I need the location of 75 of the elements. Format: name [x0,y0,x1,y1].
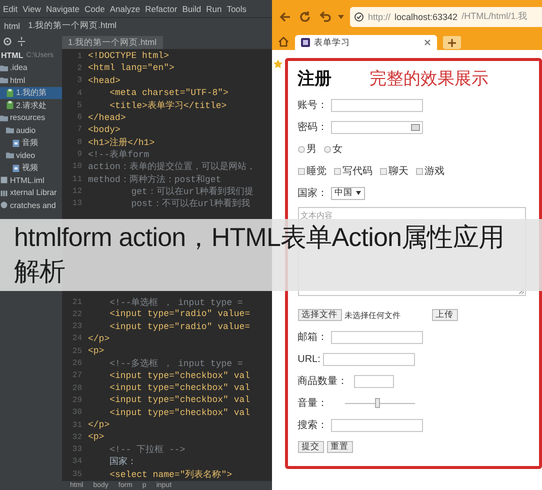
code-line: <title>表单学习</title> [108,100,227,112]
code-line: <body> [88,124,120,135]
line-number: 13 [71,199,82,208]
line-number: 35 [71,470,82,479]
line-number: 6 [76,113,82,122]
file-status: 未选择任何文件 [344,310,401,320]
code-line: <p> [88,346,104,356]
code-line: <html lang="en"> [88,63,174,74]
field-label: 搜索： [298,418,328,432]
code-line: <!--多选框 ， input type = [108,358,244,370]
code-line: post：不可以在url种看到我 [130,198,250,210]
option-label: 聊天 [388,165,409,178]
line-number: 30 [71,408,82,418]
code-line: <h1>注册</h1> [88,136,155,149]
code-line: <select name="列表名称"> [108,468,232,481]
option-label: 男 [306,143,317,156]
code-line: <meta charset="UTF-8"> [108,88,228,98]
line-number: 23 [71,322,82,332]
line-number: 29 [71,396,82,405]
line-number: 31 [71,420,82,430]
code-line: get：可以在url种看到我们提 [130,186,254,198]
line-number: 21 [71,298,82,307]
code-line: <input type="checkbox" val [108,383,250,394]
code-line: <input type="checkbox" val [108,370,250,381]
line-number: 10 [71,162,82,172]
option-label: 写代码 [342,165,373,178]
line-number: 28 [71,384,82,393]
field-label: 音量： [298,396,328,410]
option-label: 女 [332,143,343,156]
line-number: 33 [71,445,82,454]
line-number: 32 [71,432,82,442]
code-line: <!-- 下拉框 --> [108,444,186,456]
line-number: 1 [76,52,82,61]
project-name: HTML [1,50,24,60]
page-heading: 注册 [298,68,332,90]
line-number: 5 [76,100,82,110]
line-number: 11 [71,174,82,184]
option-label: 游戏 [424,164,445,178]
code-line: <!DOCTYPE html> [88,51,170,62]
line-number: 25 [71,346,82,356]
line-number: 9 [76,150,82,160]
code-line: <!--表单form [88,148,150,162]
line-number: 3 [76,76,82,86]
line-number: 4 [76,88,82,98]
code-line: <p> [88,432,104,442]
code-line: </head> [88,112,126,123]
line-number: 34 [71,457,82,466]
field-label: 商品数量： [298,374,348,388]
code-line: <input type="radio" value= [108,309,250,320]
line-number: 26 [71,359,82,368]
line-number: 8 [76,138,82,147]
line-number: 7 [76,125,82,134]
line-number: 12 [71,186,82,196]
code-line: </p> [88,334,110,344]
field-label: 邮箱： [298,330,328,344]
line-number: 2 [76,64,82,73]
line-number: 27 [71,371,82,380]
code-line: <head> [88,76,120,86]
line-number: 24 [71,334,82,344]
banner-title: htmlform action，HTML表单Action属性应用解析 [14,222,504,286]
line-number: 22 [71,310,82,319]
field-label: URL: [298,354,320,364]
code-line: <!--单选框 ， input type = [108,296,244,309]
code-line: action：表单的提交位置，可以是网站， [88,160,256,174]
code-line: <input type="checkbox" val [108,395,250,406]
code-line: <input type="checkbox" val [108,408,250,418]
code-line: </p> [88,420,110,430]
option-label: 睡觉 [306,164,327,178]
code-line: 国家： [108,456,137,468]
annotation-text: 完整的效果展示 [370,68,489,90]
code-line: method：两种方法：post和get [88,174,222,186]
field-label: 密码： [298,120,328,134]
field-label: 账号： [298,98,328,112]
code-line: <input type="radio" value= [108,322,250,332]
field-label: 国家： [298,186,328,200]
